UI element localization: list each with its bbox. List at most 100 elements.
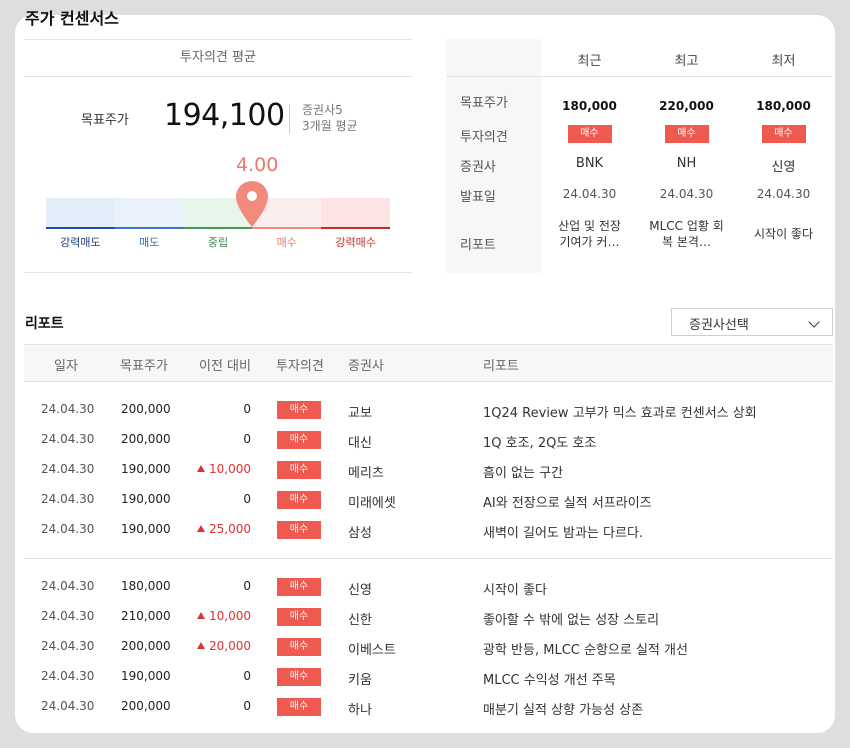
row-date: 24.04.30 — [41, 669, 95, 683]
row-date: 24.04.30 — [41, 522, 95, 536]
row-target-price: 200,000 — [121, 432, 171, 446]
row-date: 24.04.30 — [41, 492, 95, 506]
row-broker: 키움 — [348, 673, 372, 688]
row-change-value: 10,000 — [209, 462, 251, 476]
opinion-badge: 매수 — [277, 491, 321, 509]
row-broker: 메리츠 — [348, 466, 384, 481]
chevron-down-icon — [808, 316, 820, 328]
report-line: 기여가 커… — [559, 235, 620, 249]
opinion-badge: 매수 — [277, 461, 321, 479]
row-change-value: 25,000 — [209, 522, 251, 536]
row-target-price: 190,000 — [121, 492, 171, 506]
divider — [24, 733, 833, 734]
opinion-badge: 매수 — [277, 401, 321, 419]
gauge-segment-sell — [114, 198, 184, 229]
summary-high-report[interactable]: MLCC 업황 회 복 본격… — [638, 218, 735, 250]
row-report-link[interactable]: MLCC 수익성 개선 주목 — [483, 669, 616, 688]
report-section-title: 리포트 — [25, 316, 64, 332]
row-date: 24.04.30 — [41, 609, 95, 623]
location-pin-icon — [236, 181, 269, 227]
row-broker: 이베스트 — [348, 643, 396, 658]
summary-high-date: 24.04.30 — [659, 187, 714, 201]
gauge-label-sell: 매도 — [139, 236, 160, 249]
row-change-value: 0 — [243, 579, 251, 593]
row-report-link[interactable]: 시작이 좋다 — [483, 579, 547, 598]
row-broker: 교보 — [348, 406, 372, 421]
row-change: 0 — [184, 402, 251, 416]
summary-recent-date: 24.04.30 — [562, 187, 617, 201]
table-row[interactable]: 24.04.30 190,000 0 매수 키움 MLCC 수익성 개선 주목 — [24, 663, 833, 693]
row-change: 0 — [184, 699, 251, 713]
summary-low-opinion: 매수 — [735, 125, 832, 143]
row-report-link[interactable]: 새벽이 길어도 밤과는 다르다. — [483, 522, 643, 541]
table-row[interactable]: 24.04.30 200,000 0 매수 하나 매분기 실적 상향 가능성 상존 — [24, 693, 833, 723]
summary-low-report[interactable]: 시작이 좋다 — [735, 226, 832, 242]
col-target-price: 목표주가 — [120, 359, 168, 374]
row-change: 10,000 — [184, 462, 251, 476]
summary-low-price: 180,000 — [756, 99, 811, 113]
row-change-value: 0 — [243, 669, 251, 683]
report-line: 산업 및 전장 — [558, 219, 621, 233]
broker-select[interactable]: 증권사선택 — [671, 308, 833, 336]
summary-recent-report[interactable]: 산업 및 전장 기여가 커… — [541, 218, 638, 250]
row-change-value: 0 — [243, 699, 251, 713]
col-opinion: 투자의견 — [276, 359, 324, 374]
table-row[interactable]: 24.04.30 190,000 10,000 매수 메리츠 흠이 없는 구간 — [24, 456, 833, 486]
gauge-label-neutral: 중립 — [207, 236, 229, 249]
col-date: 일자 — [54, 359, 78, 374]
row-report-link[interactable]: 매분기 실적 상향 가능성 상존 — [483, 699, 643, 718]
row-broker: 미래에셋 — [348, 496, 396, 511]
opinion-badge: 매수 — [277, 521, 321, 539]
triangle-up-icon — [197, 465, 205, 472]
row-change: 0 — [184, 432, 251, 446]
row-date: 24.04.30 — [41, 462, 95, 476]
table-row[interactable]: 24.04.30 190,000 25,000 매수 삼성 새벽이 길어도 밤과는 다르다… — [24, 516, 833, 546]
table-row[interactable]: 24.04.30 200,000 20,000 매수 이베스트 광학 반등, MLCC 순… — [24, 633, 833, 663]
summary-high-opinion: 매수 — [638, 125, 735, 143]
row-change-value: 0 — [243, 402, 251, 416]
summary-col-high: 최고 — [674, 54, 699, 69]
target-price-meta: 증권사5 3개월 평균 — [302, 102, 358, 134]
opinion-badge: 매수 — [277, 431, 321, 449]
row-report-link[interactable]: AI와 전장으로 실적 서프라이즈 — [483, 492, 652, 511]
summary-row-label-target: 목표주가 — [460, 96, 508, 111]
summary-low-date: 24.04.30 — [756, 187, 811, 201]
row-change-value: 20,000 — [209, 639, 251, 653]
col-change: 이전 대비 — [199, 359, 251, 374]
row-change-value: 10,000 — [209, 609, 251, 623]
opinion-badge: 매수 — [567, 125, 612, 143]
row-report-link[interactable]: 흠이 없는 구간 — [483, 462, 563, 481]
opinion-badge: 매수 — [277, 578, 321, 596]
table-row[interactable]: 24.04.30 210,000 10,000 매수 신한 좋아할 수 밖에 없는 성장 … — [24, 603, 833, 633]
divider — [24, 558, 833, 559]
gauge-label-buy: 매수 — [276, 236, 297, 249]
table-row[interactable]: 24.04.30 190,000 0 매수 미래에셋 AI와 전장으로 실적 서프라이즈 — [24, 486, 833, 516]
row-broker: 대신 — [348, 436, 372, 451]
target-price-label: 목표주가 — [81, 113, 129, 128]
row-broker: 하나 — [348, 703, 372, 718]
summary-recent-broker: BNK — [575, 156, 604, 171]
table-row[interactable]: 24.04.30 180,000 0 매수 신영 시작이 좋다 — [24, 573, 833, 603]
summary-col-recent: 최근 — [577, 54, 602, 69]
row-report-link[interactable]: 광학 반등, MLCC 순항으로 실적 개선 — [483, 639, 688, 658]
summary-low-broker: 신영 — [771, 160, 796, 175]
row-broker: 삼성 — [348, 526, 372, 541]
row-broker: 신한 — [348, 613, 372, 628]
consensus-summary-table: 최근 최고 최저 목표주가 투자의견 증권사 발표일 리포트 180,000 매… — [446, 39, 832, 273]
summary-high-price: 220,000 — [659, 99, 714, 113]
summary-high-broker: NH — [676, 156, 697, 171]
report-line: 시작이 좋다 — [753, 227, 813, 241]
row-report-link[interactable]: 1Q 호조, 2Q도 호조 — [483, 432, 596, 451]
divider — [24, 272, 412, 273]
row-target-price: 210,000 — [121, 609, 171, 623]
row-report-link[interactable]: 1Q24 Review 고부가 믹스 효과로 컨센서스 상회 — [483, 402, 757, 421]
col-broker: 증권사 — [348, 359, 384, 374]
table-row[interactable]: 24.04.30 200,000 0 매수 교보 1Q24 Review 고부가 믹스 효… — [24, 396, 833, 426]
row-target-price: 200,000 — [121, 699, 171, 713]
row-report-link[interactable]: 좋아할 수 밖에 없는 성장 스토리 — [483, 609, 659, 628]
row-change-value: 0 — [243, 492, 251, 506]
gauge-segment-strong-sell — [46, 198, 115, 229]
summary-recent-opinion: 매수 — [541, 125, 638, 143]
table-row[interactable]: 24.04.30 200,000 0 매수 대신 1Q 호조, 2Q도 호조 — [24, 426, 833, 456]
summary-row-label-report: 리포트 — [460, 238, 496, 253]
